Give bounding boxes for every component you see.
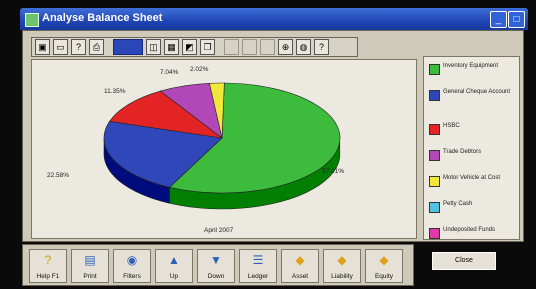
legend-swatch — [429, 150, 440, 161]
pct-label-inventory: 57.01% — [322, 168, 345, 175]
pct-label-motor-vehicle: 2.02% — [190, 66, 209, 73]
legend-label: HSBC — [443, 123, 460, 129]
app-window: Analyse Balance Sheet _ □ ▣ ▭? ⎙ ◫ ▦ ◩ ❐ ⊕ ◍? 57… — [0, 0, 536, 289]
bottom-toolbar: ? Help F1 ▤ Print ◉ Filters ▲ Up ▼ Down ☰ Ledger ◆ As… — [22, 244, 414, 286]
window-title: Analyse Balance Sheet — [42, 12, 163, 24]
bottom-button-label: Equity — [374, 273, 394, 280]
pie-chart — [103, 82, 341, 210]
equity-icon: ◆ — [379, 253, 389, 267]
minimize-button[interactable]: _ — [490, 11, 507, 28]
bottom-button-liability[interactable]: ◆ Liability — [323, 249, 361, 283]
legend-swatch — [429, 124, 440, 135]
redraw-icon[interactable]: ◍ — [296, 39, 311, 55]
legend-label: Petty Cash — [443, 201, 473, 207]
bottom-button-asset[interactable]: ◆ Asset — [281, 249, 319, 283]
copy-icon[interactable]: ❐ — [200, 39, 215, 55]
asset-icon: ◆ — [295, 253, 305, 267]
bottom-button-label: Liability — [331, 273, 353, 280]
legend-label: Undeposited Funds — [443, 227, 496, 233]
bottom-button-label: Asset — [291, 273, 309, 280]
bottom-button-label: Help F1 — [36, 273, 60, 280]
bottom-button-print[interactable]: ▤ Print — [71, 249, 109, 283]
app-icon — [25, 13, 39, 27]
blank-tool-slot — [224, 39, 239, 55]
bottom-button-ledger[interactable]: ☰ Ledger — [239, 249, 277, 283]
maximize-button[interactable]: □ — [508, 11, 525, 28]
close-button[interactable]: Close — [432, 252, 496, 270]
help-icon[interactable]: ? — [71, 39, 86, 55]
monitor-icon[interactable]: ▭ — [53, 39, 68, 55]
eye-icon: ◉ — [126, 253, 138, 267]
down-arrow-icon: ▼ — [210, 253, 222, 267]
bottom-button-equity[interactable]: ◆ Equity — [365, 249, 403, 283]
color-dropdown[interactable] — [113, 39, 143, 55]
up-arrow-icon: ▲ — [168, 253, 180, 267]
chart-footer: April 2007 — [204, 227, 234, 234]
legend-label: Trade Debtors — [443, 149, 482, 155]
zoom-icon[interactable]: ⊕ — [278, 39, 293, 55]
blank-tool-slot — [242, 39, 257, 55]
printer-icon: ▤ — [84, 253, 96, 267]
pct-label-trade-debtors: 7.04% — [160, 69, 179, 76]
grid-icon[interactable]: ▦ — [164, 39, 179, 55]
bottom-button-filters[interactable]: ◉ Filters — [113, 249, 151, 283]
legend-swatch — [429, 90, 440, 101]
bottom-button-label: Ledger — [247, 273, 269, 280]
blank-tool-slot — [260, 39, 275, 55]
bottom-button-label: Print — [83, 273, 97, 280]
pct-label-hsbc: 11.35% — [104, 88, 126, 95]
bottom-button-help-f1[interactable]: ? Help F1 — [29, 249, 67, 283]
bottom-button-down[interactable]: ▼ Down — [197, 249, 235, 283]
legend-label: General Cheque Account — [443, 89, 511, 95]
question-icon[interactable]: ? — [314, 39, 329, 55]
save-icon[interactable]: ▣ — [35, 39, 50, 55]
question-icon: ? — [44, 253, 52, 267]
chart-icon[interactable]: ◩ — [182, 39, 197, 55]
legend-swatch — [429, 202, 440, 213]
main-panel: ▣ ▭? ⎙ ◫ ▦ ◩ ❐ ⊕ ◍? 57.01% 22.58% 11.35% 7.04% 2… — [22, 30, 524, 242]
bottom-button-label: Up — [169, 273, 179, 280]
ledger-icon: ☰ — [252, 253, 264, 267]
legend-label: Inventory Equipment — [443, 63, 499, 69]
legend-swatch — [429, 176, 440, 187]
bottom-button-label: Filters — [123, 273, 141, 280]
bottom-button-up[interactable]: ▲ Up — [155, 249, 193, 283]
bottom-button-label: Down — [207, 273, 225, 280]
pct-label-general-cheque: 22.58% — [47, 172, 70, 179]
title-bar: Analyse Balance Sheet _ □ — [20, 8, 528, 30]
liability-icon: ◆ — [337, 253, 347, 267]
chart-area: 57.01% 22.58% 11.35% 7.04% 2.02% April 2… — [31, 59, 417, 239]
print-preview-icon[interactable]: ◫ — [146, 39, 161, 55]
legend-swatch — [429, 228, 440, 239]
legend-label: Motor Vehicle at Cost — [443, 175, 501, 181]
print-icon[interactable]: ⎙ — [89, 39, 104, 55]
chart-toolbar: ▣ ▭? ⎙ ◫ ▦ ◩ ❐ ⊕ ◍? — [31, 37, 358, 57]
chart-legend: Inventory Equipment General Cheque Accoun… — [423, 56, 520, 240]
legend-swatch — [429, 64, 440, 75]
